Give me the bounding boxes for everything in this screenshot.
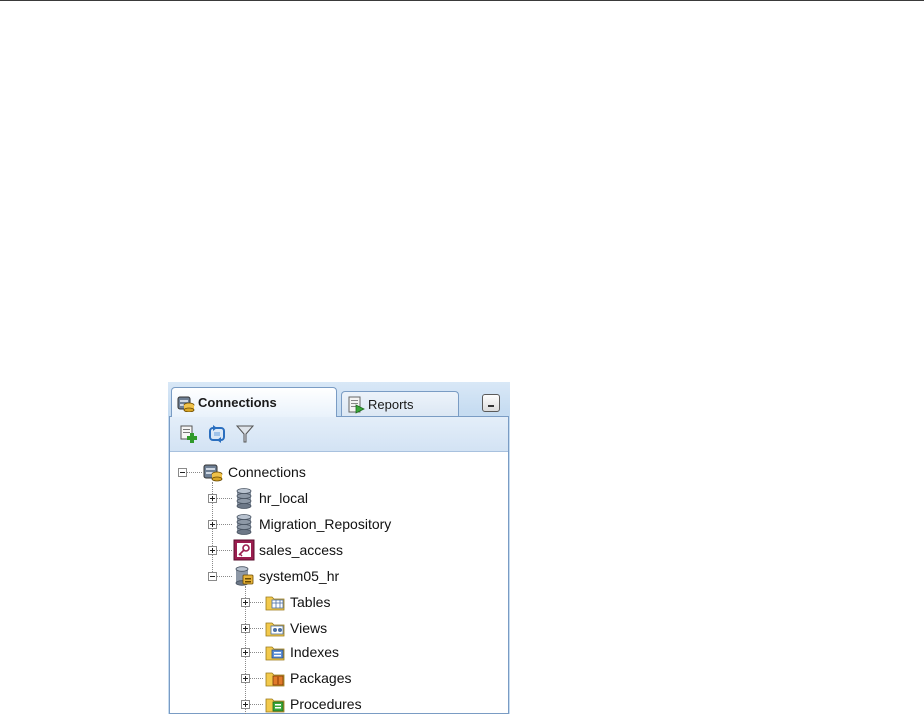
tree-connector (217, 576, 232, 577)
minimize-button[interactable] (482, 394, 500, 412)
tree-item-tables[interactable]: Tables (264, 591, 330, 613)
filter-button[interactable] (234, 423, 256, 445)
tree-connector (249, 678, 263, 679)
tree-item-label: Tables (290, 594, 331, 610)
tab-reports[interactable]: Reports (341, 391, 459, 417)
tree-item-label: Connections (228, 464, 306, 480)
packages-folder-icon (265, 672, 285, 687)
connections-icon (177, 396, 195, 412)
tree-connector (249, 704, 263, 705)
collapse-toggle[interactable] (208, 572, 217, 581)
filter-icon (235, 425, 255, 443)
expand-toggle[interactable] (241, 674, 250, 683)
tree-connector (217, 498, 232, 499)
views-folder-icon (265, 622, 285, 637)
tree-item-label: Procedures (290, 696, 362, 712)
tree-item-label: Views (290, 620, 328, 636)
expand-toggle[interactable] (208, 520, 217, 529)
refresh-button[interactable] (206, 423, 228, 445)
tree-item-label: hr_local (259, 490, 309, 506)
tree-item-label: Packages (290, 670, 352, 686)
connections-icon (203, 464, 223, 482)
tab-reports-label: Reports (368, 397, 414, 412)
expand-toggle[interactable] (241, 598, 250, 607)
tree-item-views[interactable]: Views (264, 617, 327, 639)
tree-connector (249, 602, 263, 603)
tree-item-hr-local[interactable]: hr_local (233, 487, 308, 509)
panel-body: Connections hr_local Migration_Repositor… (169, 416, 509, 714)
tree-item-label: Migration_Repository (259, 516, 392, 532)
tree-item-system05-hr[interactable]: system05_hr (233, 565, 339, 587)
tree-item-procedures[interactable]: Procedures (264, 693, 362, 714)
collapse-toggle[interactable] (178, 468, 187, 477)
expand-toggle[interactable] (241, 648, 250, 657)
tree-connector (217, 524, 232, 525)
procedures-folder-icon (265, 698, 285, 713)
connections-panel: Connections Reports Connections hr_local… (168, 382, 510, 714)
tree-connector (249, 652, 263, 653)
expand-toggle[interactable] (241, 624, 250, 633)
tab-connections-label: Connections (198, 395, 277, 410)
tables-folder-icon (265, 596, 285, 611)
access-key-icon (233, 539, 255, 561)
tree-item-packages[interactable]: Packages (264, 667, 351, 689)
tree-item-sales-access[interactable]: sales_access (233, 539, 343, 561)
reports-icon (348, 396, 365, 414)
indexes-folder-icon (265, 646, 285, 661)
tree-item-migration-repository[interactable]: Migration_Repository (233, 513, 391, 535)
refresh-icon (209, 425, 225, 443)
tree-item-indexes[interactable]: Indexes (264, 641, 339, 663)
database-icon (236, 488, 252, 509)
connected-database-icon (235, 566, 254, 586)
new-connection-button[interactable] (178, 423, 200, 445)
tab-connections[interactable]: Connections (171, 387, 337, 417)
tree-root-connections[interactable]: Connections (202, 461, 306, 483)
tree-connector (217, 550, 232, 551)
tree-item-label: system05_hr (259, 568, 340, 584)
tree-item-label: sales_access (259, 542, 344, 558)
tree-connector (249, 628, 263, 629)
tree-connector (187, 472, 202, 473)
new-connection-icon (180, 425, 197, 443)
database-icon (236, 514, 252, 535)
tree-item-label: Indexes (290, 644, 340, 660)
expand-toggle[interactable] (241, 700, 250, 709)
window-top-border (0, 0, 924, 1)
panel-toolbar (170, 417, 508, 452)
expand-toggle[interactable] (208, 494, 217, 503)
expand-toggle[interactable] (208, 546, 217, 555)
